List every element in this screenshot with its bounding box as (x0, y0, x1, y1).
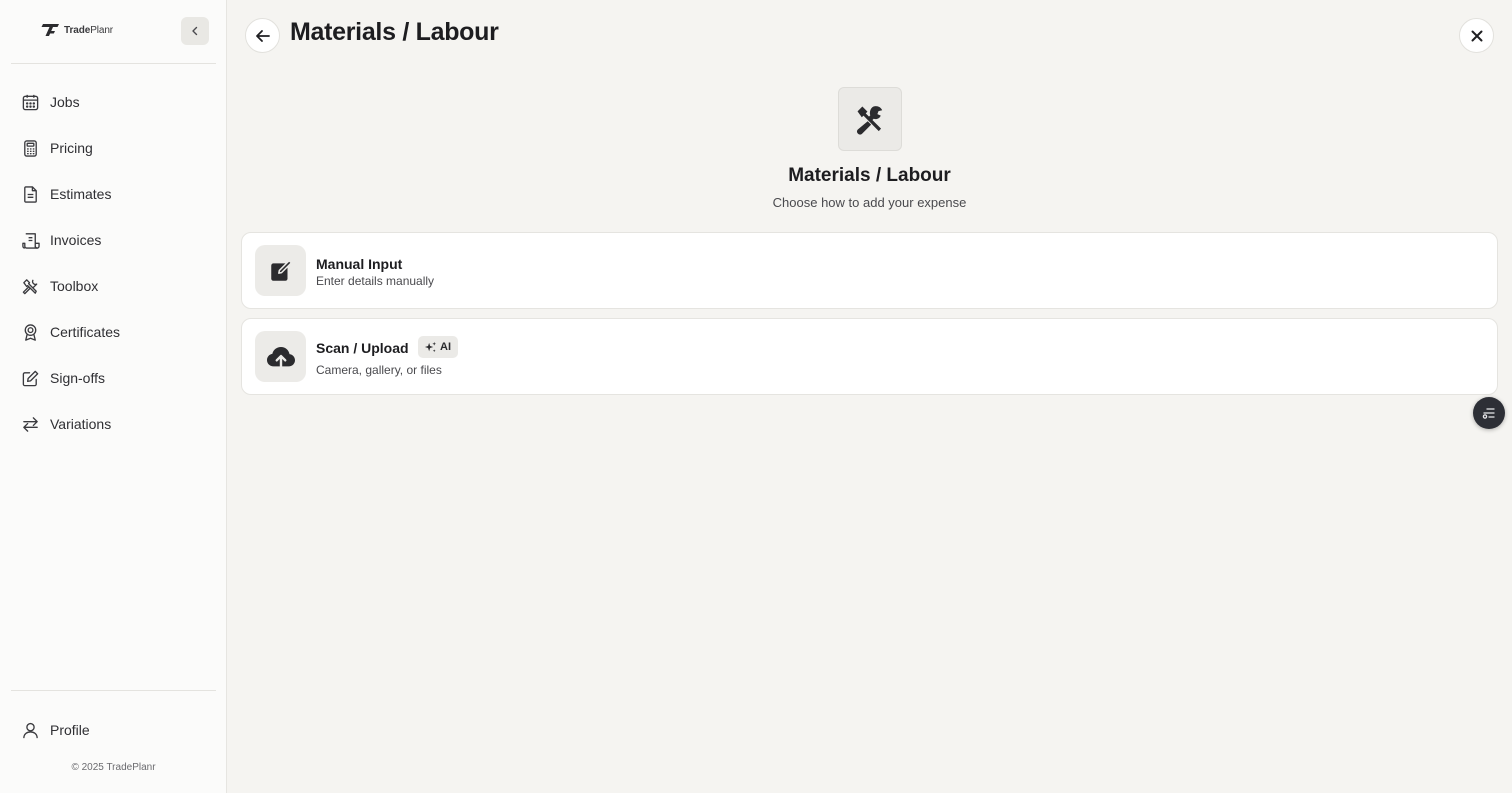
receipt-icon (22, 232, 40, 249)
scan-upload-option[interactable]: Scan / Upload AI Camera, gallery, or fil… (241, 318, 1498, 395)
swap-arrows-icon (23, 416, 38, 432)
sidebar-item-variations[interactable]: Variations (11, 404, 216, 444)
settings-sliders-icon (1482, 408, 1495, 419)
option-description: Camera, gallery, or files (316, 363, 442, 377)
copyright-text: © 2025 TradePlanr (71, 762, 156, 773)
sidebar-item-profile[interactable]: Profile (11, 710, 216, 750)
sidebar-item-label: Variations (50, 416, 112, 432)
back-button[interactable] (245, 18, 280, 53)
tradeplanr-logo-icon (41, 24, 59, 36)
brand-logo[interactable]: TradePlanr (40, 22, 113, 38)
ai-badge: AI (418, 336, 458, 358)
sidebar-item-label: Sign-offs (50, 370, 105, 386)
close-button[interactable] (1459, 18, 1494, 53)
page-title: Materials / Labour (290, 18, 499, 46)
tools-icon (22, 278, 38, 294)
hero-subtitle: Choose how to add your expense (772, 195, 967, 210)
chevron-left-icon (192, 26, 198, 36)
sidebar-item-label: Certificates (50, 324, 121, 340)
award-icon (24, 323, 37, 341)
option-title: Scan / Upload (316, 340, 409, 356)
manual-input-option[interactable]: Manual Input Enter details manually (241, 232, 1498, 309)
profile-label: Profile (50, 722, 90, 738)
sidebar-item-certificates[interactable]: Certificates (11, 312, 216, 352)
calculator-icon (24, 139, 37, 157)
sidebar-item-toolbox[interactable]: Toolbox (11, 266, 216, 306)
edit-icon (270, 259, 292, 281)
arrow-left-icon (255, 29, 270, 42)
sidebar-item-invoices[interactable]: Invoices (11, 220, 216, 260)
close-icon (1471, 30, 1482, 41)
sidebar-divider-top (11, 63, 216, 64)
collapse-sidebar-button[interactable] (181, 17, 209, 45)
sidebar: TradePlanr Jobs Pricing Estimates Invoic… (0, 0, 227, 793)
pen-square-icon (22, 370, 39, 386)
sidebar-item-jobs[interactable]: Jobs (11, 82, 216, 122)
option-icon-tile (255, 331, 306, 382)
sidebar-divider-bottom (11, 690, 216, 691)
sidebar-item-label: Toolbox (50, 278, 99, 294)
sidebar-item-label: Invoices (50, 232, 102, 248)
option-title: Manual Input (316, 256, 403, 272)
cloud-upload-icon (266, 346, 295, 370)
sidebar-item-label: Jobs (50, 94, 80, 110)
hero-title: Materials / Labour (788, 165, 951, 186)
user-icon (23, 722, 38, 738)
sidebar-item-label: Pricing (50, 140, 93, 156)
sidebar-item-pricing[interactable]: Pricing (11, 128, 216, 168)
calendar-icon (22, 94, 39, 110)
tools-icon (856, 106, 883, 135)
brand-name: TradePlanr (64, 24, 114, 36)
sparkles-icon (424, 341, 437, 352)
option-icon-tile (255, 245, 306, 296)
floating-assistant-button[interactable] (1473, 397, 1505, 429)
option-description: Enter details manually (316, 274, 435, 288)
hero-tools-icon-tile (838, 87, 902, 151)
ai-badge-label: AI (440, 341, 451, 353)
sidebar-item-sign-offs[interactable]: Sign-offs (11, 358, 216, 398)
